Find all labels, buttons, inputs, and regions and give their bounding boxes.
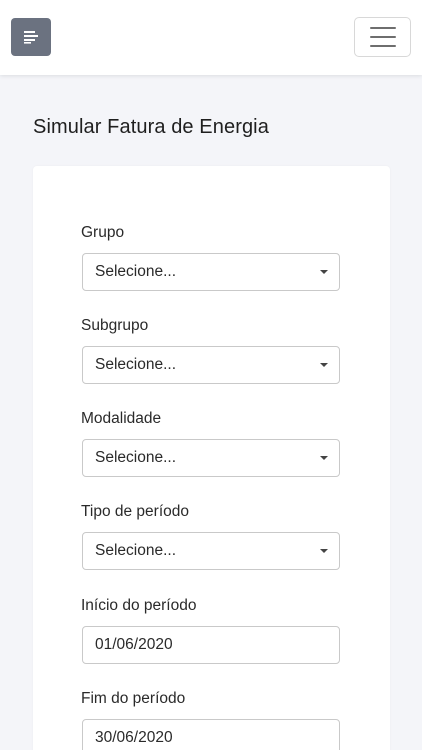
tipo-periodo-label: Tipo de período <box>81 503 190 520</box>
fim-periodo-value: 30/06/2020 <box>95 729 173 746</box>
subgrupo-select[interactable]: Selecione... <box>82 346 340 384</box>
subgrupo-select-value: Selecione... <box>95 356 176 373</box>
caret-down-icon <box>320 549 328 553</box>
modalidade-select[interactable]: Selecione... <box>82 439 340 477</box>
inicio-periodo-input[interactable]: 01/06/2020 <box>82 626 340 664</box>
caret-down-icon <box>320 270 328 274</box>
hamburger-icon-bar <box>369 45 396 47</box>
tipo-periodo-select-value: Selecione... <box>95 542 176 559</box>
inicio-periodo-value: 01/06/2020 <box>95 636 173 653</box>
tipo-periodo-select[interactable]: Selecione... <box>82 532 340 570</box>
subgrupo-label: Subgrupo <box>81 317 149 334</box>
align-left-icon <box>24 31 38 44</box>
grupo-label: Grupo <box>81 224 125 241</box>
hamburger-icon-bar <box>369 36 396 38</box>
fim-periodo-label: Fim do período <box>81 690 186 707</box>
grupo-select[interactable]: Selecione... <box>82 253 340 291</box>
page-title: Simular Fatura de Energia <box>33 116 269 138</box>
fim-periodo-input[interactable]: 30/06/2020 <box>82 719 340 750</box>
caret-down-icon <box>320 363 328 367</box>
hamburger-icon <box>369 27 396 29</box>
menu-toggle-button[interactable] <box>354 17 411 57</box>
modalidade-select-value: Selecione... <box>95 449 176 466</box>
top-navbar <box>0 0 422 75</box>
grupo-select-value: Selecione... <box>95 263 176 280</box>
sidebar-toggle-button[interactable] <box>11 18 51 56</box>
modalidade-label: Modalidade <box>81 410 162 427</box>
inicio-periodo-label: Início do período <box>81 597 197 614</box>
caret-down-icon <box>320 456 328 460</box>
